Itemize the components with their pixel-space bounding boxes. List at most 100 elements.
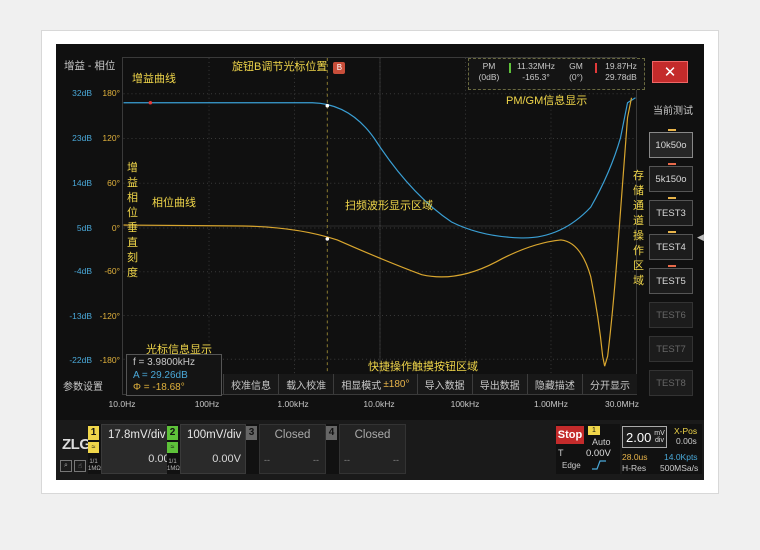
freq-tick: 100Hz xyxy=(194,399,220,409)
ch4-number: 4 xyxy=(326,426,337,440)
phase-mode-label: 相显模式 xyxy=(341,380,382,392)
knob-b-badge: B xyxy=(333,62,346,74)
slot-color-bar xyxy=(668,129,676,131)
timebase-box[interactable]: 2.00 mV div xyxy=(622,426,667,448)
gain-tick: 5dB xyxy=(76,223,92,233)
trigger-panel[interactable]: Stop 1 Auto T 0.00V Edge xyxy=(556,424,620,474)
sample-rate: 500MSa/s xyxy=(660,463,699,473)
storage-slot-1[interactable]: 10k50o xyxy=(649,129,693,158)
touch-icon[interactable]: ☝ xyxy=(74,460,86,472)
close-icon: ✕ xyxy=(663,64,677,81)
freq-tick: 100kHz xyxy=(450,399,480,409)
ch4-status: Closed xyxy=(354,429,391,441)
storage-slot-7[interactable]: TEST7 xyxy=(649,336,693,362)
acq-mode: H-Res xyxy=(622,463,647,473)
search-icon[interactable]: ⌕ xyxy=(60,460,72,472)
channel-2[interactable]: 2 ≈ 1/1 1MΩ 100mV/div 0.00V xyxy=(167,424,246,474)
trigger-level: 0.00V xyxy=(586,448,611,459)
channel-3[interactable]: 3 Closed -- -- xyxy=(246,424,326,474)
annotation-quick-ops: 快捷操作触摸按钮区域 xyxy=(368,361,478,373)
storage-slot-4[interactable]: TEST4 xyxy=(649,231,693,260)
gain-tick: -13dB xyxy=(69,311,92,321)
gain-tick: 23dB xyxy=(72,133,92,143)
cursor-info-box: f = 3.9800kHz A = 29.26dB Φ = -18.68° xyxy=(126,354,222,396)
hide-description-button[interactable]: 隐藏描述 xyxy=(526,374,582,394)
param-settings-button[interactable]: 参数设置 xyxy=(63,378,103,393)
cursor-phase: Φ = -18.68° xyxy=(133,382,185,393)
ch2-offset: 0.00V xyxy=(212,453,241,465)
phase-tick: 120° xyxy=(102,133,120,143)
slot-color-bar xyxy=(668,163,676,165)
channel-4[interactable]: 4 Closed -- -- xyxy=(326,424,406,474)
slot-color-bar xyxy=(668,197,676,199)
export-data-button[interactable]: 导出数据 xyxy=(471,374,527,394)
ch3-number: 3 xyxy=(246,426,257,440)
storage-slot-label: TEST7 xyxy=(656,343,686,355)
storage-slot-5[interactable]: TEST5 xyxy=(649,265,693,294)
ch1-scale: 17.8mV/div xyxy=(108,429,166,441)
trigger-type: Edge xyxy=(562,461,581,470)
gm-value: 29.78dB xyxy=(605,72,637,82)
gm-label-col: GM (0°) xyxy=(561,61,591,83)
freq-tick: 10.0kHz xyxy=(363,399,395,409)
storage-slot-label: TEST6 xyxy=(656,309,686,321)
slot-color-bar xyxy=(668,231,676,233)
ch2-number: 2 xyxy=(167,426,178,440)
import-data-button[interactable]: 导入数据 xyxy=(416,374,472,394)
storage-slot-label: TEST3 xyxy=(656,207,686,219)
cursor-gain: A = 29.26dB xyxy=(133,369,188,381)
xpos-value: 0.00s xyxy=(676,436,697,446)
ch1-coupling-icon: ≈ xyxy=(88,442,99,453)
gm-freq: 19.87Hz xyxy=(605,61,637,71)
ch1-meta: 1/1 1MΩ xyxy=(88,459,101,472)
annotation-gain-phase-axis: 增益相位垂直刻度 xyxy=(127,162,138,279)
storage-slot-3[interactable]: TEST3 xyxy=(649,197,693,226)
split-display-button[interactable]: 分开显示 xyxy=(581,374,638,394)
ch4-box: Closed -- -- xyxy=(339,424,406,474)
load-calibration-button[interactable]: 载入校准 xyxy=(278,374,334,394)
freq-tick: 1.00kHz xyxy=(277,399,309,409)
panel-collapse-icon[interactable]: ◀ xyxy=(697,232,704,243)
plot-title: 增益 - 相位 xyxy=(64,60,116,72)
pm-freq: 11.32MHz xyxy=(516,61,556,71)
ch3-dash-right: -- xyxy=(313,455,319,465)
calibration-info-button[interactable]: 校准信息 xyxy=(223,374,279,394)
gain-start-marker xyxy=(148,100,153,105)
trigger-source: 1 xyxy=(588,426,600,435)
close-button[interactable]: ✕ xyxy=(652,61,688,83)
storage-slot-2[interactable]: 5k150o xyxy=(649,163,693,192)
ch2-scale: 100mV/div xyxy=(187,429,242,441)
phase-cursor-dot xyxy=(325,237,330,241)
gain-tick: -22dB xyxy=(69,355,92,365)
stop-button[interactable]: Stop xyxy=(556,426,584,444)
annotation-gain-curve: 增益曲线 xyxy=(132,73,176,85)
ch3-dash-left: -- xyxy=(264,455,270,465)
annotation-sweep-area: 扫频波形显示区域 xyxy=(345,200,433,212)
annotation-pm-gm: PM/GM信息显示 xyxy=(506,95,588,107)
xpos-label: X-Pos xyxy=(674,426,698,436)
phase-mode-button[interactable]: 相显模式 ±180° xyxy=(333,374,417,394)
annotation-knob-b: 旋钮B调节光标位置 B xyxy=(232,58,346,74)
pm-marker xyxy=(509,63,511,73)
phase-tick: 180° xyxy=(102,88,120,98)
storage-slot-6[interactable]: TEST6 xyxy=(649,302,693,328)
pm-gm-panel: PM (0dB) 11.32MHz -165.3° GM (0°) 19.87H… xyxy=(468,58,645,90)
gain-tick: 32dB xyxy=(72,88,92,98)
bottom-status-bar: ZLG ⌕ ☝ 1 ≈ 1/1 1MΩ 17.8mV/div 0.00V 2 ≈… xyxy=(56,420,704,480)
gm-marker xyxy=(595,63,597,73)
record-length-time: 28.0us xyxy=(622,452,648,462)
pm-value: -165.3° xyxy=(522,72,550,82)
ch2-meta: 1/1 1MΩ xyxy=(167,459,180,472)
storage-slot-8[interactable]: TEST8 xyxy=(649,370,693,396)
timebase-unit: mV div xyxy=(654,430,665,444)
ch2-box: 100mV/div 0.00V xyxy=(180,424,246,474)
pm-label-col: PM (0dB) xyxy=(473,61,505,83)
pm-value-col: 11.32MHz -165.3° xyxy=(513,61,559,83)
storage-slot-label: TEST4 xyxy=(656,241,686,253)
gm-unit: (0°) xyxy=(569,72,583,82)
record-length-points: 14.0Kpts xyxy=(664,452,698,462)
ch3-status: Closed xyxy=(274,429,311,441)
timebase-panel[interactable]: 2.00 mV div X-Pos 0.00s 28.0us 14.0Kpts … xyxy=(622,424,702,474)
ch4-dash-left: -- xyxy=(344,455,350,465)
phase-tick: -60° xyxy=(104,266,120,276)
